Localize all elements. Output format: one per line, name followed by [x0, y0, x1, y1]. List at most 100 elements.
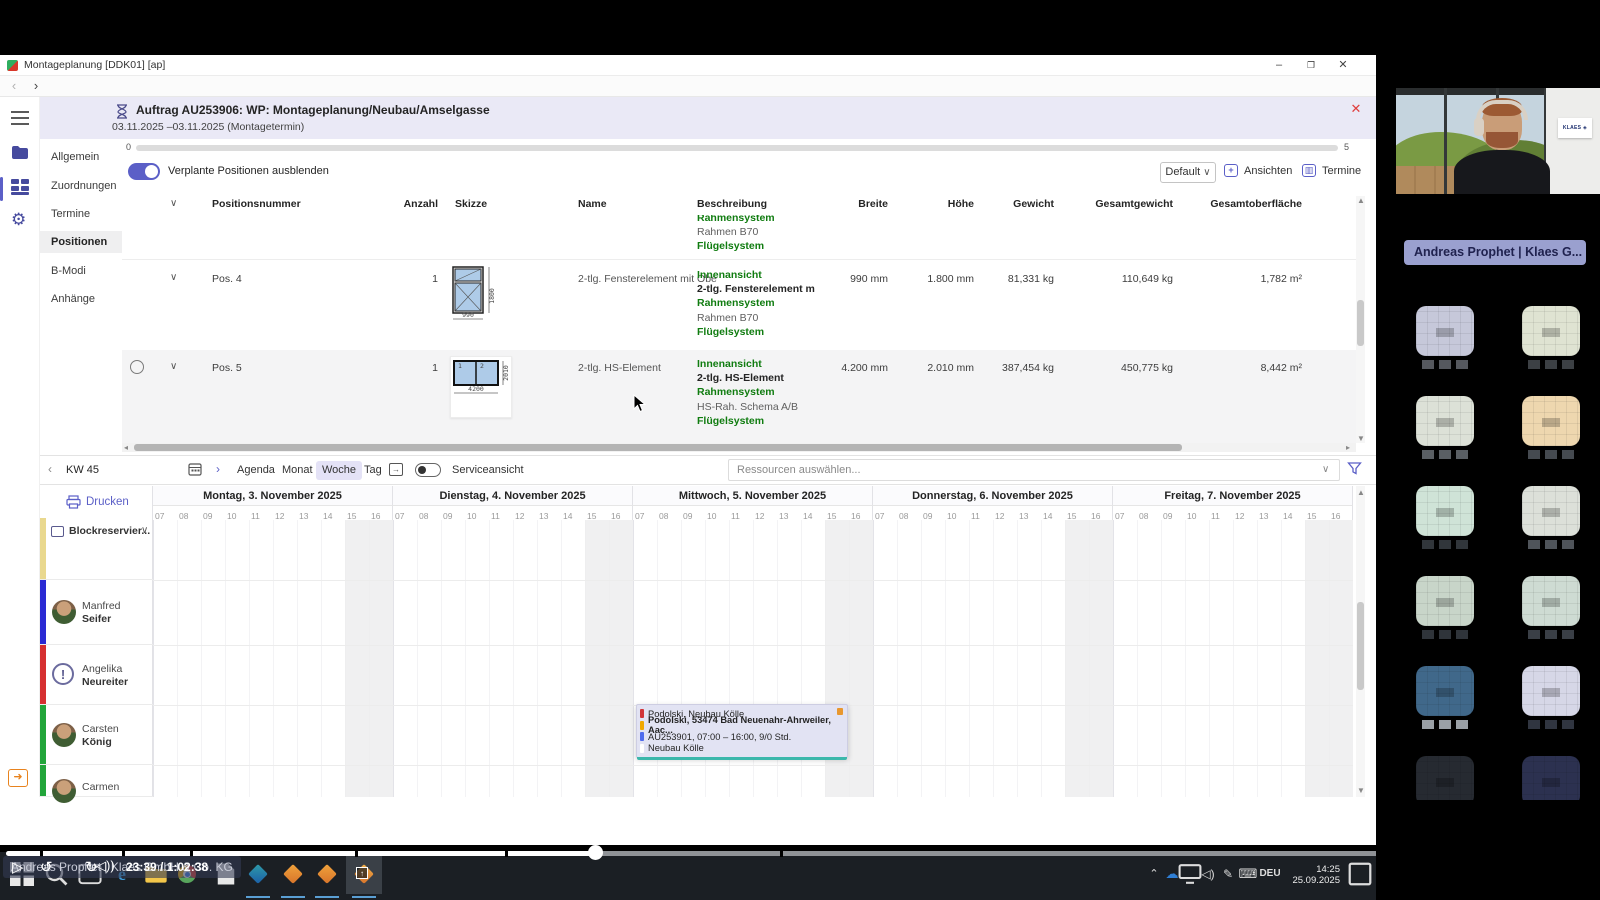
service-view-label: Serviceansicht: [452, 464, 524, 476]
close-order-icon[interactable]: ✕: [1348, 101, 1364, 117]
export-icon[interactable]: ➜: [8, 769, 28, 787]
hour-labels: 07080910111213141516: [393, 506, 633, 520]
row-expand-icon[interactable]: ∨: [170, 361, 177, 372]
filter-icon[interactable]: [1347, 461, 1362, 476]
view-tab-agenda[interactable]: Agenda: [231, 461, 281, 480]
playhead-handle[interactable]: [588, 845, 603, 860]
printer-icon[interactable]: [66, 495, 81, 509]
hour-labels: 07080910111213141516: [1113, 506, 1353, 520]
chevron-down-icon[interactable]: ∨: [141, 525, 148, 536]
resource-select-input[interactable]: [728, 459, 1340, 481]
col-beschreibung[interactable]: Beschreibung: [697, 196, 767, 212]
order-dates: 03.11.2025 –03.11.2025 (Montagetermin): [112, 121, 304, 133]
positions-grid-icon[interactable]: [11, 179, 29, 196]
play-button[interactable]: ▷: [12, 858, 24, 876]
row-expand-icon[interactable]: ∨: [170, 272, 177, 283]
row-radio-button[interactable]: [130, 360, 144, 374]
settings-gear-icon[interactable]: ⚙: [11, 210, 26, 230]
resource-row-block[interactable]: Blockreservier... ∨: [40, 518, 153, 580]
language-indicator[interactable]: DEU: [1258, 862, 1282, 886]
maximize-button[interactable]: ❐: [1298, 57, 1324, 74]
nav-forward-icon[interactable]: ›: [28, 78, 44, 94]
hour-labels: 07080910111213141516: [153, 506, 393, 520]
klaes-app-icon-3[interactable]: [315, 862, 339, 886]
termine-button[interactable]: Termine: [1322, 165, 1361, 177]
rewind-10-button[interactable]: ↺10: [40, 859, 53, 876]
anzahl-value: 1: [398, 361, 438, 375]
close-button[interactable]: ✕: [1330, 57, 1356, 74]
sidebar-item-allgemein[interactable]: Allgemein: [40, 146, 122, 168]
klaes-logo: KLAES ◈: [1558, 118, 1592, 138]
view-tab-tag[interactable]: Tag: [358, 461, 388, 480]
prev-week-icon[interactable]: ‹: [48, 462, 52, 476]
window-sketch-pos5: 12 2010 4200: [451, 357, 513, 419]
notification-center-icon[interactable]: [1348, 862, 1372, 886]
col-gesamtgewicht[interactable]: Gesamtgewicht: [1063, 196, 1173, 212]
projects-folder-icon[interactable]: [11, 145, 29, 160]
participant-tile: [1506, 486, 1596, 556]
volume-button[interactable]: ◁)): [96, 858, 115, 874]
avatar: [52, 779, 76, 803]
goto-date-icon[interactable]: →: [389, 463, 403, 476]
mouse-cursor: [633, 394, 646, 413]
sidebar-item-positionen[interactable]: Positionen: [40, 231, 122, 253]
col-gewicht[interactable]: Gewicht: [964, 196, 1054, 212]
col-gesamtoberflaeche[interactable]: Gesamtoberfläche: [1182, 196, 1302, 212]
ansichten-icon[interactable]: +: [1224, 164, 1238, 177]
svg-text:1800: 1800: [488, 288, 496, 304]
alert-avatar-icon: !: [52, 663, 74, 685]
avatar: [52, 600, 76, 624]
taskbar-clock[interactable]: 14:25 25.09.2025: [1284, 864, 1340, 886]
table-vertical-scrollbar[interactable]: ▲ ▼: [1356, 196, 1365, 443]
default-view-dropdown[interactable]: Default ∨: [1160, 162, 1216, 183]
participant-tile: [1506, 756, 1596, 800]
col-positionsnummer[interactable]: Positionsnummer: [212, 196, 301, 212]
print-button[interactable]: Drucken: [86, 496, 129, 508]
klaes-app-icon-active[interactable]: ↑: [352, 862, 376, 886]
keyboard-icon[interactable]: ⌨: [1236, 862, 1260, 886]
hide-planned-toggle[interactable]: [128, 163, 160, 180]
participant-tile: [1400, 576, 1490, 646]
chevron-down-icon[interactable]: ∨: [1322, 464, 1329, 475]
resource-row-carsten[interactable]: Carsten König: [40, 705, 153, 765]
view-tab-woche[interactable]: Woche: [316, 461, 362, 480]
event-bar[interactable]: [637, 757, 847, 760]
position-range-slider[interactable]: [136, 145, 1338, 151]
col-skizze[interactable]: Skizze: [455, 196, 487, 212]
klaes-app-icon-1[interactable]: [246, 862, 270, 886]
klaes-app-icon-2[interactable]: [281, 862, 305, 886]
collapse-all-icon[interactable]: ∨: [170, 198, 177, 209]
calendar-icon[interactable]: [188, 462, 202, 476]
calendar-vertical-scrollbar[interactable]: ▲ ▼: [1356, 486, 1365, 797]
sidebar-item-anhaenge[interactable]: Anhänge: [40, 288, 122, 310]
service-view-toggle[interactable]: [415, 463, 441, 477]
week-field[interactable]: KW 45: [66, 464, 99, 476]
sidebar-item-zuordnungen[interactable]: Zuordnungen: [40, 175, 122, 197]
day-header-tuesday: Dienstag, 4. November 2025: [393, 486, 633, 506]
sidebar-item-bmodi[interactable]: B-Modi: [40, 260, 122, 282]
order-header: Auftrag AU253906: WP: Montageplanung/Neu…: [40, 97, 1376, 139]
day-header-wednesday: Mittwoch, 5. November 2025: [633, 486, 873, 506]
termine-icon[interactable]: ▥: [1302, 164, 1316, 177]
col-anzahl[interactable]: Anzahl: [398, 196, 438, 212]
table-row-partial[interactable]: Rahmensystem Rahmen B70 Flügelsystem: [697, 215, 897, 259]
col-name[interactable]: Name: [578, 196, 607, 212]
svg-text:2: 2: [480, 362, 484, 370]
col-breite[interactable]: Breite: [808, 196, 888, 212]
resource-row-manfred[interactable]: Manfred Seifer: [40, 580, 153, 645]
minimize-button[interactable]: –: [1266, 57, 1292, 74]
resource-row-angelika[interactable]: ! Angelika Neureiter: [40, 645, 153, 705]
hour-labels: 07080910111213141516: [633, 506, 873, 520]
app-window-titlebar: Montageplanung [DDK01] [ap] – ❐ ✕: [0, 55, 1376, 76]
nav-back-icon[interactable]: ‹: [6, 78, 22, 94]
table-horizontal-scrollbar[interactable]: ◂ ▸: [122, 443, 1356, 452]
view-tab-monat[interactable]: Monat: [276, 461, 319, 480]
ansichten-button[interactable]: Ansichten: [1244, 165, 1292, 177]
resource-row-carmen[interactable]: Carmen: [40, 765, 153, 797]
col-hoehe[interactable]: Höhe: [894, 196, 974, 212]
svg-text:2010: 2010: [502, 365, 510, 381]
day-header-friday: Freitag, 7. November 2025: [1113, 486, 1353, 506]
sidebar-item-termine[interactable]: Termine: [40, 203, 122, 225]
next-week-icon[interactable]: ›: [216, 462, 220, 476]
hamburger-menu-icon[interactable]: [11, 107, 29, 129]
